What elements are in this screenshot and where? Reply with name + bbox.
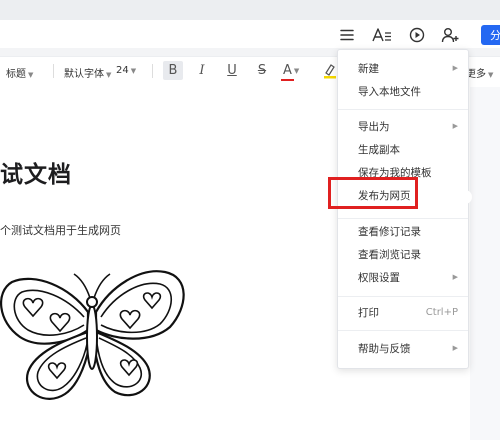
font-color-bar bbox=[281, 78, 294, 81]
font-family-dropdown[interactable]: 默认字体 ▼ bbox=[64, 65, 111, 80]
share-button[interactable]: 分 bbox=[481, 25, 500, 45]
menu-divider bbox=[338, 296, 468, 297]
chevron-right-icon: ▶ bbox=[452, 64, 458, 72]
menu-item-duplicate[interactable]: 生成副本 bbox=[338, 138, 468, 160]
menu-item-print[interactable]: 打印 Ctrl+P bbox=[338, 301, 468, 323]
menu-item-new[interactable]: 新建 ▶ bbox=[338, 57, 468, 79]
underline-button[interactable]: U bbox=[223, 61, 241, 80]
font-size-dropdown[interactable]: 24 ▼ bbox=[116, 65, 136, 76]
chevron-down-icon: ▼ bbox=[488, 71, 494, 79]
chevron-down-icon: ▼ bbox=[293, 66, 300, 75]
document-title[interactable]: 试文档 bbox=[0, 155, 72, 189]
file-menu: 新建 ▶ 导入本地文件 导出为 ▶ 生成副本 保存为我的模板 发布为网页 查看修订记… bbox=[337, 49, 469, 369]
menu-icon[interactable] bbox=[337, 26, 357, 44]
window-top-strip bbox=[0, 0, 500, 20]
menu-item-revision-history[interactable]: 查看修订记录 bbox=[338, 220, 468, 242]
chevron-down-icon: ▼ bbox=[106, 71, 112, 79]
italic-button[interactable]: I bbox=[193, 61, 211, 80]
font-color-button[interactable]: A ▼ bbox=[281, 61, 307, 81]
strikethrough-button[interactable]: S bbox=[253, 61, 271, 80]
chevron-down-icon: ▼ bbox=[130, 67, 137, 75]
menu-item-help-feedback[interactable]: 帮助与反馈 ▶ bbox=[338, 337, 468, 359]
more-menu[interactable]: 更多 ▼ bbox=[466, 65, 493, 80]
menu-divider bbox=[338, 330, 468, 331]
toolbar-divider bbox=[53, 64, 54, 78]
paragraph-style-dropdown[interactable]: 标题 ▼ bbox=[6, 65, 33, 80]
chevron-right-icon: ▶ bbox=[452, 273, 458, 281]
annotation-highlight-box bbox=[328, 177, 418, 209]
chevron-right-icon: ▶ bbox=[452, 122, 458, 130]
present-play-icon[interactable] bbox=[407, 26, 427, 44]
add-collaborator-icon[interactable] bbox=[440, 26, 460, 44]
menu-item-import-local-file[interactable]: 导入本地文件 bbox=[338, 80, 468, 102]
text-format-icon[interactable] bbox=[372, 26, 392, 44]
document-paragraph[interactable]: 个测试文档用于生成网页 bbox=[0, 222, 121, 238]
menu-divider bbox=[338, 218, 468, 219]
bold-button[interactable]: B bbox=[163, 61, 183, 80]
menu-divider bbox=[338, 109, 468, 110]
menu-item-permissions[interactable]: 权限设置 ▶ bbox=[338, 266, 468, 288]
print-shortcut: Ctrl+P bbox=[425, 306, 458, 318]
chevron-right-icon: ▶ bbox=[452, 344, 458, 352]
butterfly-image[interactable] bbox=[0, 262, 190, 412]
menu-item-view-history[interactable]: 查看浏览记录 bbox=[338, 243, 468, 265]
collapse-nub[interactable] bbox=[458, 190, 472, 204]
menu-item-export-as[interactable]: 导出为 ▶ bbox=[338, 115, 468, 137]
chevron-down-icon: ▼ bbox=[28, 71, 34, 79]
toolbar-divider bbox=[152, 64, 153, 78]
right-gutter bbox=[470, 87, 500, 440]
